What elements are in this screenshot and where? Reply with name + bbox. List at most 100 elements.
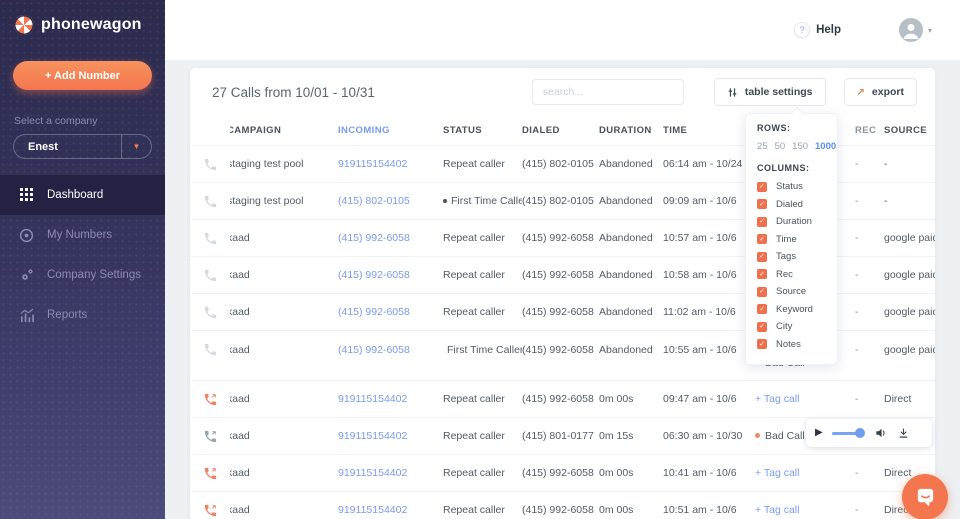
phone-missed-orange-icon xyxy=(203,466,218,481)
avatar-icon xyxy=(899,18,923,42)
incoming-number-link[interactable]: (415) 992-6058 xyxy=(338,306,410,318)
main-area: ? Help ▾ 27 Calls from 10/01 - 10/31 xyxy=(165,0,960,519)
sidebar-item-reports[interactable]: Reports xyxy=(0,295,165,335)
rows-option-1000[interactable]: 1000 xyxy=(815,141,836,152)
column-toggle-notes[interactable]: Notes xyxy=(757,339,837,350)
duration-cell: 0m 00s xyxy=(599,393,663,405)
chat-launcher-button[interactable] xyxy=(902,474,948,519)
rec-cell: - xyxy=(855,467,884,479)
volume-icon[interactable] xyxy=(874,426,888,440)
tag-call-link[interactable]: + Tag call xyxy=(755,504,799,516)
incoming-number-link[interactable]: 919115154402 xyxy=(338,467,407,479)
sidebar-item-label: Dashboard xyxy=(47,189,103,201)
checkbox-checked-icon[interactable] xyxy=(757,252,767,262)
column-toggle-label: City xyxy=(776,321,792,332)
rows-option-150[interactable]: 150 xyxy=(792,141,808,152)
checkbox-checked-icon[interactable] xyxy=(757,234,767,244)
tag-call-link[interactable]: + Tag call xyxy=(755,393,799,405)
export-button[interactable]: ↗ export xyxy=(844,78,917,106)
campaign-cell: kaad xyxy=(230,467,338,479)
time-cell: 06:14 am - 10/24 xyxy=(663,158,755,170)
time-cell: 09:09 am - 10/6 xyxy=(663,195,755,207)
help-button[interactable]: ? Help xyxy=(794,22,841,38)
table-settings-button[interactable]: table settings xyxy=(714,78,826,106)
incoming-number-link[interactable]: 919115154402 xyxy=(338,393,407,405)
sidebar-item-dashboard[interactable]: Dashboard xyxy=(0,175,165,215)
incoming-number-link[interactable]: 919115154402 xyxy=(338,158,407,170)
rec-cell: - xyxy=(855,269,884,281)
call-direction-cell xyxy=(190,268,230,283)
incoming-number-link[interactable]: (415) 802-0105 xyxy=(338,195,410,207)
call-direction-cell xyxy=(190,392,230,407)
dialed-cell: (415) 992-6058 xyxy=(522,232,599,244)
add-number-button[interactable]: + Add Number xyxy=(13,61,152,90)
column-toggle-rec[interactable]: Rec xyxy=(757,269,837,280)
gears-icon xyxy=(18,267,35,283)
column-toggle-status[interactable]: Status xyxy=(757,181,837,192)
chat-bubble-icon xyxy=(914,486,937,509)
column-toggle-source[interactable]: Source xyxy=(757,286,837,297)
duration-cell: Abandoned xyxy=(599,232,663,244)
incoming-number-link[interactable]: 919115154402 xyxy=(338,430,407,442)
column-toggle-tags[interactable]: Tags xyxy=(757,251,837,262)
search-input[interactable] xyxy=(532,79,684,105)
incoming-number-link[interactable]: (415) 992-6058 xyxy=(338,344,410,356)
source-cell: - xyxy=(884,195,935,207)
time-cell: 06:30 am - 10/30 xyxy=(663,430,755,442)
call-direction-cell xyxy=(190,194,230,209)
checkbox-checked-icon[interactable] xyxy=(757,182,767,192)
sidebar-item-company-settings[interactable]: Company Settings xyxy=(0,255,165,295)
checkbox-checked-icon[interactable] xyxy=(757,217,767,227)
status-cell: Repeat caller xyxy=(443,306,522,318)
tag-call-link[interactable]: + Tag call xyxy=(755,467,799,479)
rows-heading: ROWS: xyxy=(757,123,837,133)
rows-option-50[interactable]: 50 xyxy=(775,141,786,152)
column-header-dialed: DIALED xyxy=(522,125,599,136)
rows-option-25[interactable]: 25 xyxy=(757,141,768,152)
bar-chart-icon xyxy=(18,308,35,323)
incoming-number-link[interactable]: (415) 992-6058 xyxy=(338,232,410,244)
rows-options: 25 50 150 1000 xyxy=(757,141,837,152)
table-row[interactable]: kaad919115154402Repeat caller(415) 992-6… xyxy=(190,455,935,492)
column-toggle-dialed[interactable]: Dialed xyxy=(757,199,837,210)
column-toggles: Status Dialed Duration Time Tags Rec Source Key… xyxy=(757,181,837,350)
sidebar-item-my-numbers[interactable]: My Numbers xyxy=(0,215,165,255)
seek-knob[interactable] xyxy=(855,428,865,438)
dialed-cell: (415) 992-6058 xyxy=(522,331,599,368)
incoming-number-cell: 919115154402 xyxy=(338,504,443,516)
phone-incoming-grey-icon xyxy=(203,305,218,320)
column-toggle-city[interactable]: City xyxy=(757,321,837,332)
checkbox-checked-icon[interactable] xyxy=(757,199,767,209)
checkbox-checked-icon[interactable] xyxy=(757,304,767,314)
external-arrow-icon: ↗ xyxy=(857,87,865,98)
column-toggle-keyword[interactable]: Keyword xyxy=(757,304,837,315)
checkbox-checked-icon[interactable] xyxy=(757,269,767,279)
download-icon[interactable] xyxy=(897,427,910,440)
duration-cell: 0m 00s xyxy=(599,504,663,516)
account-menu[interactable]: ▾ xyxy=(899,18,932,42)
phone-incoming-grey-icon xyxy=(203,231,218,246)
call-direction-cell xyxy=(190,331,230,368)
table-row[interactable]: kaad919115154402Repeat caller(415) 992-6… xyxy=(190,492,935,519)
company-select[interactable]: Enest ▼ xyxy=(13,134,152,159)
source-cell: google paid xyxy=(884,306,935,318)
bad-call-tag: Bad Call xyxy=(755,430,805,442)
column-toggle-label: Notes xyxy=(776,339,801,350)
column-toggle-time[interactable]: Time xyxy=(757,234,837,245)
dialed-cell: (415) 992-6058 xyxy=(522,467,599,479)
seek-slider[interactable] xyxy=(832,432,865,435)
phone-missed-grey-icon xyxy=(203,429,218,444)
checkbox-checked-icon[interactable] xyxy=(757,339,767,349)
play-icon[interactable]: ▶ xyxy=(815,428,823,438)
chevron-down-icon[interactable]: ▼ xyxy=(121,135,151,158)
incoming-number-link[interactable]: (415) 992-6058 xyxy=(338,269,410,281)
table-row[interactable]: kaad919115154402Repeat caller(415) 992-6… xyxy=(190,381,935,418)
incoming-number-cell: (415) 992-6058 xyxy=(338,232,443,244)
logo-text: phonewagon xyxy=(41,16,142,34)
checkbox-checked-icon[interactable] xyxy=(757,322,767,332)
checkbox-checked-icon[interactable] xyxy=(757,287,767,297)
column-toggle-duration[interactable]: Duration xyxy=(757,216,837,227)
incoming-number-link[interactable]: 919115154402 xyxy=(338,504,407,516)
chevron-down-icon: ▾ xyxy=(928,26,932,35)
incoming-number-cell: 919115154402 xyxy=(338,393,443,405)
